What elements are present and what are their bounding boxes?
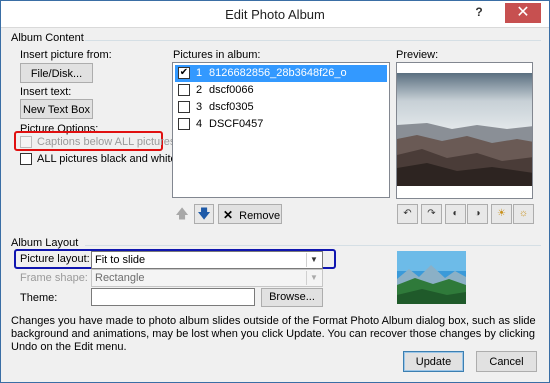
list-item[interactable]: 3 dscf0305 [175, 99, 387, 116]
album-content-heading: Album Content [11, 32, 84, 44]
list-item-checkbox[interactable] [178, 101, 190, 113]
theme-input[interactable] [91, 288, 255, 306]
frame-shape-value: Rectangle [95, 272, 145, 284]
remove-button[interactable]: ✕ Remove [218, 204, 282, 224]
frame-shape-select[interactable]: Rectangle ▼ [91, 269, 323, 287]
contrast-increase-icon[interactable]: ◐ [445, 204, 466, 224]
brightness-decrease-icon[interactable]: ☼ [513, 204, 534, 224]
picture-layout-select[interactable]: Fit to slide ▼ [91, 251, 323, 269]
list-item-name: DSCF0457 [209, 118, 264, 130]
canyon-photo-icon [397, 63, 532, 198]
brightness-increase-icon[interactable]: ☀ [491, 204, 512, 224]
captions-checkbox[interactable] [20, 136, 32, 148]
title-bar: Edit Photo Album ? ✕ [1, 1, 549, 28]
arrow-down-icon[interactable]: 🡇 [194, 204, 214, 224]
remove-label: Remove [239, 210, 281, 222]
layout-preview-image [397, 251, 466, 304]
info-text: Changes you have made to photo album sli… [11, 315, 536, 353]
list-item-number: 1 [196, 67, 203, 79]
new-text-box-button[interactable]: New Text Box [20, 99, 93, 119]
captions-label: Captions below ALL pictures [37, 136, 176, 148]
cancel-button[interactable]: Cancel [476, 351, 537, 372]
contrast-decrease-icon[interactable]: ◑ [467, 204, 488, 224]
list-item[interactable]: 2 dscf0066 [175, 82, 387, 99]
list-item-number: 4 [196, 118, 203, 130]
rotate-right-icon[interactable]: ↷ [421, 204, 442, 224]
album-content-divider [85, 40, 541, 41]
help-button[interactable]: ? [469, 5, 489, 23]
theme-label: Theme: [20, 292, 58, 304]
black-white-label: ALL pictures black and white [37, 153, 177, 165]
list-item-number: 2 [196, 84, 203, 96]
pictures-in-album-label: Pictures in album: [173, 49, 261, 61]
chevron-down-icon: ▼ [306, 271, 321, 285]
preview-label: Preview: [396, 49, 439, 61]
list-item-number: 3 [196, 101, 203, 113]
list-item-name: dscf0066 [209, 84, 254, 96]
list-item-name: dscf0305 [209, 101, 254, 113]
list-item-name: 8126682856_28b3648f26_o [209, 67, 347, 79]
close-button[interactable]: ✕ [505, 3, 541, 23]
chevron-down-icon: ▼ [306, 253, 321, 267]
insert-text-label: Insert text: [20, 86, 72, 98]
landscape-thumbnail-icon [397, 251, 466, 304]
black-white-checkbox[interactable] [20, 153, 32, 165]
dialog-title: Edit Photo Album [225, 7, 325, 22]
file-disk-button[interactable]: File/Disk... [20, 63, 93, 83]
frame-shape-label: Frame shape: [20, 272, 88, 284]
preview-image [396, 62, 533, 199]
list-item[interactable]: 4 DSCF0457 [175, 116, 387, 133]
rotate-left-icon[interactable]: ↶ [397, 204, 418, 224]
picture-layout-label: Picture layout: [20, 253, 90, 265]
album-layout-divider [85, 245, 541, 246]
list-item-checkbox[interactable] [178, 118, 190, 130]
pictures-list[interactable]: ✔ 1 8126682856_28b3648f26_o 2 dscf0066 3… [172, 62, 390, 198]
list-item-checkbox[interactable] [178, 84, 190, 96]
list-item[interactable]: ✔ 1 8126682856_28b3648f26_o [175, 65, 387, 82]
arrow-up-icon[interactable]: 🡅 [174, 205, 190, 223]
insert-picture-from-label: Insert picture from: [20, 49, 112, 61]
album-layout-heading: Album Layout [11, 237, 79, 249]
remove-x-icon: ✕ [223, 208, 234, 222]
list-item-checkbox[interactable]: ✔ [178, 67, 190, 79]
edit-photo-album-dialog: Edit Photo Album ? ✕ Album Content Inser… [0, 0, 550, 383]
browse-button[interactable]: Browse... [261, 288, 323, 307]
update-button[interactable]: Update [403, 351, 464, 372]
picture-layout-value: Fit to slide [95, 254, 146, 266]
